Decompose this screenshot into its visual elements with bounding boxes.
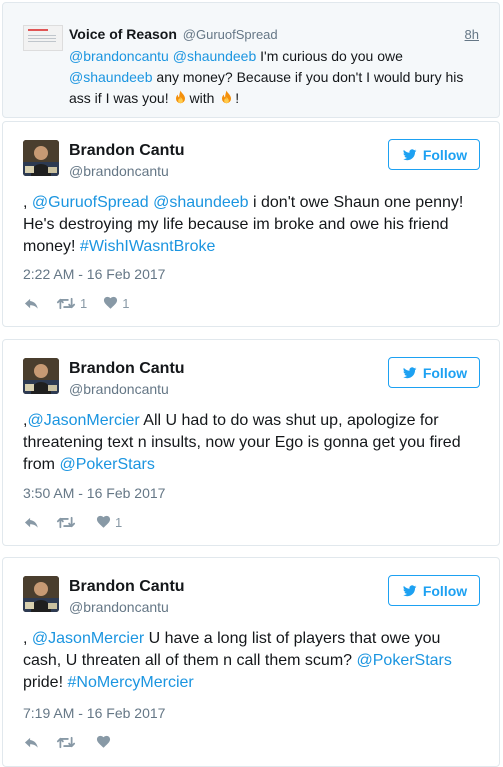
- quoted-tweet-author[interactable]: Voice of Reason @GuruofSpread: [69, 26, 278, 42]
- tweet-text-segment: with: [189, 90, 215, 106]
- mention-link[interactable]: @PokerStars: [59, 456, 154, 473]
- heart-icon: [96, 515, 111, 529]
- author-handle[interactable]: @brandoncantu: [69, 381, 169, 397]
- tweet-text-segment: !: [235, 90, 240, 106]
- like-button[interactable]: 1: [103, 296, 129, 311]
- like-count: 1: [122, 295, 130, 311]
- mention-link[interactable]: @brandoncantu: [69, 48, 169, 64]
- twitter-bird-icon: [401, 148, 418, 162]
- quoted-tweet[interactable]: Voice of Reason @GuruofSpread 8h @brando…: [2, 2, 500, 118]
- follow-label: Follow: [422, 364, 468, 381]
- avatar[interactable]: [23, 358, 59, 394]
- heart-icon: [103, 296, 118, 310]
- tweet-actions: 1: [23, 513, 138, 531]
- twitter-bird-icon: [401, 366, 418, 380]
- hashtag-link[interactable]: #WishIWasntBroke: [80, 238, 215, 255]
- reply-button[interactable]: [23, 515, 40, 530]
- retweet-count: 1: [80, 295, 88, 311]
- like-button[interactable]: [96, 735, 115, 749]
- quoted-tweet-author-name: Voice of Reason: [69, 26, 177, 42]
- mention-link[interactable]: @shaundeeb: [153, 194, 248, 211]
- tweet-card: Brandon Cantu @brandoncantu Follow , @Ja…: [2, 557, 500, 767]
- retweet-icon: [56, 515, 76, 530]
- twitter-bird-icon: [401, 584, 418, 598]
- tweet-card: Brandon Cantu @brandoncantu Follow ,@Jas…: [2, 339, 500, 546]
- fire-emoji-icon: [219, 90, 234, 105]
- mention-link[interactable]: @shaundeeb: [173, 48, 257, 64]
- retweet-icon: [56, 296, 76, 311]
- reply-icon: [23, 515, 40, 530]
- author-name[interactable]: Brandon Cantu: [69, 142, 185, 160]
- retweet-button[interactable]: [56, 735, 80, 750]
- follow-button[interactable]: Follow: [388, 357, 480, 388]
- retweet-icon: [56, 735, 76, 750]
- tweet-card: Brandon Cantu @brandoncantu Follow , @Gu…: [2, 121, 500, 327]
- heart-icon: [96, 735, 111, 749]
- mention-link[interactable]: @shaundeeb: [69, 69, 153, 85]
- mention-link[interactable]: @GuruofSpread: [32, 194, 149, 211]
- quoted-tweet-author-handle: @GuruofSpread: [182, 27, 278, 42]
- tweet-timestamp[interactable]: 7:19 AM - 16 Feb 2017: [23, 705, 165, 721]
- follow-button[interactable]: Follow: [388, 575, 480, 606]
- fire-emoji-icon: [173, 90, 188, 105]
- quoted-tweet-time[interactable]: 8h: [465, 27, 479, 42]
- like-button[interactable]: 1: [96, 515, 122, 530]
- reply-button[interactable]: [23, 735, 40, 750]
- tweet-text-segment: ,: [23, 194, 28, 211]
- quoted-tweet-thumbnail: [23, 25, 63, 51]
- mention-link[interactable]: @JasonMercier: [32, 630, 144, 647]
- mention-link[interactable]: @PokerStars: [357, 652, 452, 669]
- tweet-text: ,@JasonMercier All U had to do was shut …: [23, 410, 483, 476]
- reply-button[interactable]: [23, 296, 40, 311]
- author-handle[interactable]: @brandoncantu: [69, 163, 169, 179]
- tweet-actions: [23, 733, 131, 751]
- reply-icon: [23, 296, 40, 311]
- tweet-timestamp[interactable]: 3:50 AM - 16 Feb 2017: [23, 485, 165, 501]
- tweet-text: , @GuruofSpread @shaundeeb i don't owe S…: [23, 192, 483, 258]
- author-name[interactable]: Brandon Cantu: [69, 578, 185, 596]
- author-handle[interactable]: @brandoncantu: [69, 599, 169, 615]
- quoted-tweet-text: @brandoncantu @shaundeeb I'm curious do …: [69, 46, 481, 109]
- follow-label: Follow: [422, 582, 468, 599]
- tweet-text: , @JasonMercier U have a long list of pl…: [23, 628, 483, 694]
- reply-icon: [23, 735, 40, 750]
- hashtag-link[interactable]: #NoMercyMercier: [67, 674, 193, 691]
- mention-link[interactable]: @JasonMercier: [27, 412, 139, 429]
- tweet-actions: 1 1: [23, 294, 145, 312]
- avatar[interactable]: [23, 576, 59, 612]
- avatar[interactable]: [23, 140, 59, 176]
- follow-button[interactable]: Follow: [388, 139, 480, 170]
- tweet-text-segment: I'm curious do you owe: [260, 48, 403, 64]
- tweet-timestamp[interactable]: 2:22 AM - 16 Feb 2017: [23, 266, 165, 282]
- like-count: 1: [115, 514, 123, 530]
- tweet-text-segment: pride!: [23, 674, 64, 691]
- retweet-button[interactable]: 1: [56, 296, 87, 311]
- retweet-button[interactable]: [56, 515, 80, 530]
- tweet-text-segment: ,: [23, 630, 28, 647]
- follow-label: Follow: [422, 146, 468, 163]
- author-name[interactable]: Brandon Cantu: [69, 360, 185, 378]
